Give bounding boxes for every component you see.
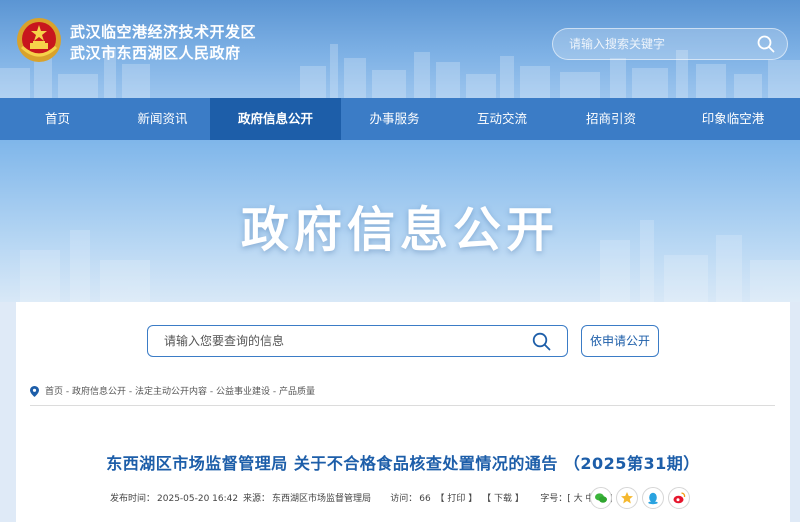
main-nav: 首页 新闻资讯 政府信息公开 办事服务 互动交流 招商引资 印象临空港 bbox=[0, 98, 800, 140]
nav-item-interaction[interactable]: 互动交流 bbox=[448, 98, 556, 140]
content-card: 依申请公开 首页 - 政府信息公开 - 法定主动公开内容 - 公益事业建设 - … bbox=[16, 302, 790, 522]
source-value: 东西湖区市场监督管理局 bbox=[272, 494, 372, 504]
visits-label: 访问： bbox=[390, 494, 418, 504]
published-time: 2025-05-20 16:42 bbox=[157, 494, 239, 504]
search-icon[interactable] bbox=[532, 332, 551, 351]
location-pin-icon bbox=[30, 386, 39, 397]
nav-item-home[interactable]: 首页 bbox=[0, 98, 115, 140]
search-icon[interactable] bbox=[757, 35, 775, 53]
breadcrumb-item-statutory[interactable]: 法定主动公开内容 bbox=[135, 387, 207, 397]
article-meta: 发布时间： 2025-05-20 16:42 来源： 东西湖区市场监督管理局 访问：… bbox=[110, 492, 615, 506]
info-search-input[interactable] bbox=[164, 326, 524, 356]
breadcrumb-item-product-quality[interactable]: 产品质量 bbox=[279, 387, 315, 397]
nav-item-investment[interactable]: 招商引资 bbox=[556, 98, 666, 140]
download-button[interactable]: 【 下载 】 bbox=[482, 494, 524, 504]
page-banner: 政府信息公开 bbox=[0, 140, 800, 302]
site-search-input[interactable] bbox=[569, 29, 749, 59]
breadcrumb-separator: - bbox=[207, 387, 216, 397]
source-label: 来源： bbox=[243, 494, 271, 504]
weibo-icon[interactable] bbox=[668, 487, 690, 509]
banner-title: 政府信息公开 bbox=[240, 202, 559, 258]
breadcrumb-trail: 首页 - 政府信息公开 - 法定主动公开内容 - 公益事业建设 - 产品质量 bbox=[45, 385, 315, 399]
published-label: 发布时间： bbox=[110, 494, 156, 504]
site-search-box bbox=[552, 28, 788, 60]
breadcrumb-item-home[interactable]: 首页 bbox=[45, 387, 63, 397]
qq-icon[interactable] bbox=[642, 487, 664, 509]
nav-item-impression[interactable]: 印象临空港 bbox=[666, 98, 800, 140]
site-name-line2: 武汉市东西湖区人民政府 bbox=[70, 44, 241, 62]
info-search-box bbox=[147, 325, 568, 357]
breadcrumb-item-public-welfare[interactable]: 公益事业建设 bbox=[216, 387, 270, 397]
print-button[interactable]: 【 打印 】 bbox=[436, 494, 478, 504]
site-header: 武汉临空港经济技术开发区 武汉市东西湖区人民政府 bbox=[0, 0, 800, 98]
breadcrumb-separator: - bbox=[126, 387, 135, 397]
nav-item-gov-info[interactable]: 政府信息公开 bbox=[210, 98, 341, 140]
site-name: 武汉临空港经济技术开发区 武汉市东西湖区人民政府 bbox=[70, 22, 256, 64]
wechat-icon[interactable] bbox=[590, 487, 612, 509]
site-name-line1: 武汉临空港经济技术开发区 bbox=[70, 23, 257, 41]
national-emblem-icon bbox=[17, 18, 61, 62]
nav-item-services[interactable]: 办事服务 bbox=[341, 98, 448, 140]
breadcrumb-separator: - bbox=[63, 387, 72, 397]
qzone-icon[interactable] bbox=[616, 487, 638, 509]
breadcrumb-separator: - bbox=[270, 387, 279, 397]
apply-disclosure-button[interactable]: 依申请公开 bbox=[581, 325, 659, 357]
breadcrumb: 首页 - 政府信息公开 - 法定主动公开内容 - 公益事业建设 - 产品质量 bbox=[30, 384, 775, 406]
breadcrumb-item-gov-info[interactable]: 政府信息公开 bbox=[72, 387, 126, 397]
nav-item-news[interactable]: 新闻资讯 bbox=[115, 98, 210, 140]
visits-count: 66 bbox=[419, 494, 431, 504]
article-title: 东西湖区市场监督管理局 关于不合格食品核查处置情况的通告 （2025第31期） bbox=[106, 454, 700, 473]
